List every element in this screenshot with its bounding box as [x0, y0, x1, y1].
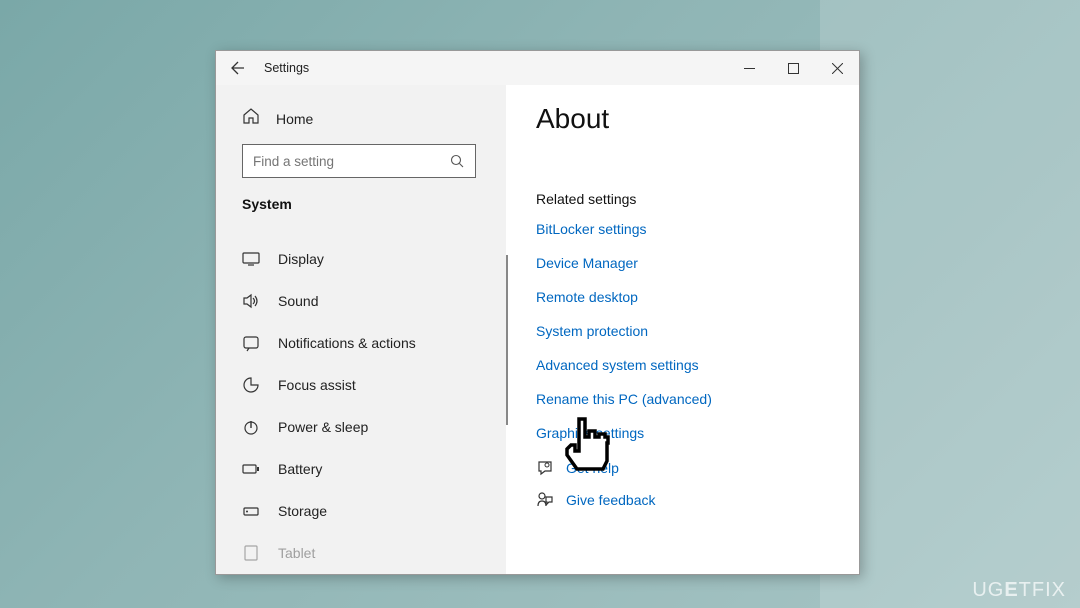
home-icon: [242, 107, 260, 130]
window-controls: [727, 52, 859, 84]
sidebar: Home System Display Sound: [216, 85, 506, 574]
settings-window: Settings Home: [215, 50, 860, 575]
get-help-link[interactable]: Get help: [566, 460, 619, 476]
sidebar-item-storage[interactable]: Storage: [216, 490, 488, 532]
sidebar-item-label: Focus assist: [278, 377, 356, 393]
sidebar-item-tablet[interactable]: Tablet: [216, 532, 488, 574]
sidebar-item-power[interactable]: Power & sleep: [216, 406, 488, 448]
maximize-button[interactable]: [771, 52, 815, 84]
sidebar-item-label: Sound: [278, 293, 318, 309]
link-bitlocker[interactable]: BitLocker settings: [536, 221, 829, 237]
arrow-left-icon: [230, 60, 246, 76]
category-label: System: [242, 196, 488, 212]
get-help-row: Get help: [536, 459, 829, 477]
search-field[interactable]: [253, 154, 450, 169]
give-feedback-link[interactable]: Give feedback: [566, 492, 656, 508]
tablet-icon: [242, 544, 260, 562]
window-body: Home System Display Sound: [216, 85, 859, 574]
power-icon: [242, 418, 260, 436]
sidebar-item-label: Storage: [278, 503, 327, 519]
link-system-protection[interactable]: System protection: [536, 323, 829, 339]
nav-list: Display Sound Notifications & actions Fo…: [242, 238, 488, 574]
scrollbar[interactable]: [506, 255, 508, 425]
help-icon: [536, 459, 554, 477]
feedback-icon: [536, 491, 554, 509]
search-icon: [450, 154, 465, 169]
back-button[interactable]: [216, 51, 260, 85]
notifications-icon: [242, 334, 260, 352]
link-rename-pc[interactable]: Rename this PC (advanced): [536, 391, 829, 407]
related-links: BitLocker settings Device Manager Remote…: [536, 221, 829, 441]
watermark: UGETFIX: [972, 579, 1066, 602]
link-graphics[interactable]: Graphics settings: [536, 425, 829, 441]
sidebar-item-focus[interactable]: Focus assist: [216, 364, 488, 406]
content-pane: About Related settings BitLocker setting…: [506, 85, 859, 574]
window-title: Settings: [260, 61, 727, 75]
minimize-icon: [744, 63, 755, 74]
link-advanced-system-settings[interactable]: Advanced system settings: [536, 357, 829, 373]
home-label: Home: [276, 111, 313, 127]
close-button[interactable]: [815, 52, 859, 84]
home-nav[interactable]: Home: [242, 99, 488, 144]
sidebar-item-label: Power & sleep: [278, 419, 368, 435]
sidebar-item-sound[interactable]: Sound: [216, 280, 488, 322]
page-title: About: [536, 103, 829, 135]
search-input[interactable]: [242, 144, 476, 178]
sidebar-item-label: Tablet: [278, 545, 315, 561]
sound-icon: [242, 292, 260, 310]
sidebar-item-display[interactable]: Display: [216, 238, 488, 280]
sidebar-item-label: Battery: [278, 461, 322, 477]
give-feedback-row: Give feedback: [536, 491, 829, 509]
link-remote-desktop[interactable]: Remote desktop: [536, 289, 829, 305]
titlebar: Settings: [216, 51, 859, 85]
sidebar-item-battery[interactable]: Battery: [216, 448, 488, 490]
sidebar-item-label: Display: [278, 251, 324, 267]
battery-icon: [242, 460, 260, 478]
close-icon: [832, 63, 843, 74]
sidebar-item-label: Notifications & actions: [278, 335, 416, 351]
sidebar-item-notifications[interactable]: Notifications & actions: [216, 322, 488, 364]
storage-icon: [242, 502, 260, 520]
link-device-manager[interactable]: Device Manager: [536, 255, 829, 271]
display-icon: [242, 250, 260, 268]
maximize-icon: [788, 63, 799, 74]
related-settings-label: Related settings: [536, 191, 829, 207]
minimize-button[interactable]: [727, 52, 771, 84]
focus-icon: [242, 376, 260, 394]
